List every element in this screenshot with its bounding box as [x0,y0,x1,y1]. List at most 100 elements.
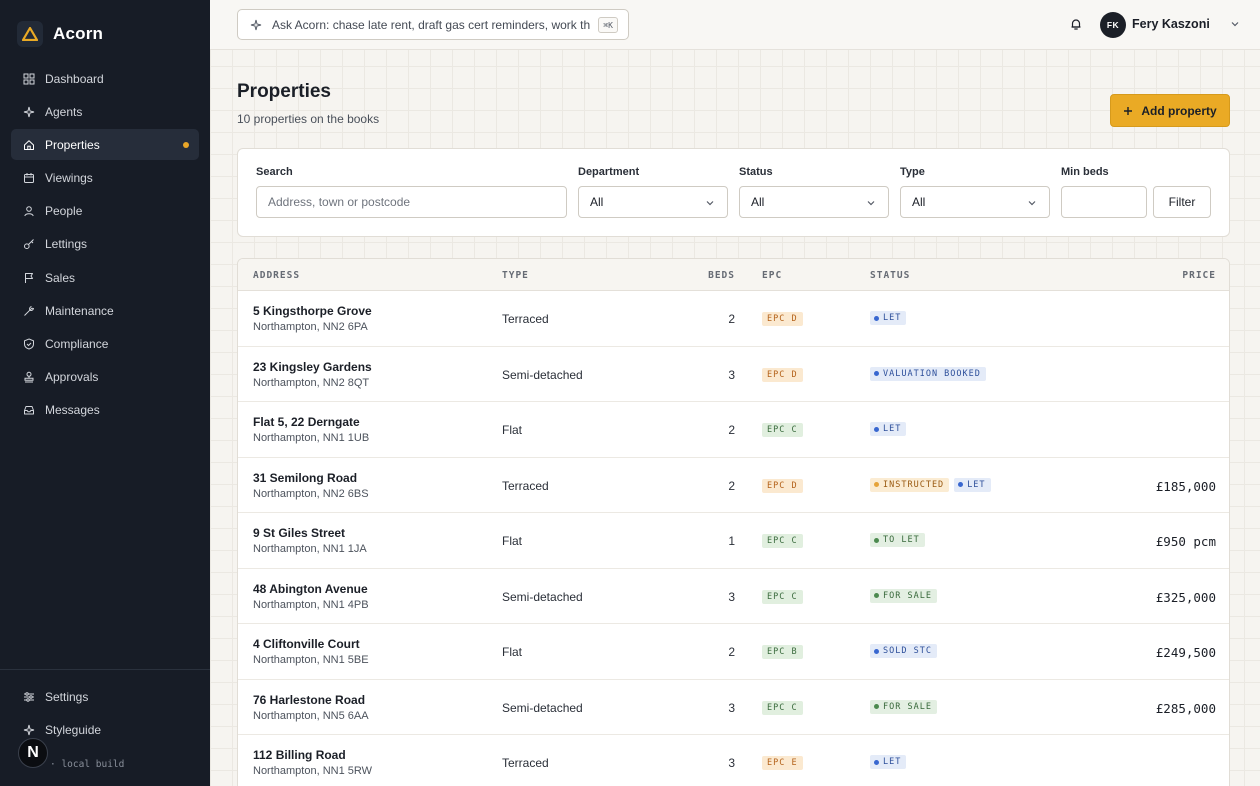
avatar[interactable]: FK [1100,12,1126,38]
shortcut-hint: ⌘K [598,17,618,33]
address-line[interactable]: 23 Kingsley Gardens [253,360,372,374]
status-select[interactable]: All [739,186,889,218]
status-badge: LET [870,422,907,436]
address-line[interactable]: 31 Semilong Road [253,471,357,485]
status-dot-icon [874,704,879,709]
sidebar-item-messages[interactable]: Messages [11,395,199,426]
flag-icon [23,272,35,284]
address-town-postcode: Northampton, NN1 5BE [253,654,369,666]
ask-acorn-input[interactable]: Ask Acorn: chase late rent, draft gas ce… [237,9,629,40]
property-type: Semi-detached [502,367,583,382]
ask-acorn-text: Ask Acorn: chase late rent, draft gas ce… [272,17,591,32]
user-name[interactable]: Fery Kaszoni [1132,17,1210,31]
column-header-status[interactable]: STATUS [870,270,910,281]
property-type: Flat [502,534,523,548]
column-header-beds[interactable]: BEDS [678,270,735,281]
sidebar-item-label: Settings [45,689,89,704]
sidebar-item-lettings[interactable]: Lettings [11,229,199,260]
sidebar-item-approvals[interactable]: Approvals [11,362,199,393]
sidebar-item-maintenance[interactable]: Maintenance [11,295,199,326]
beds-count: 3 [728,700,735,715]
sidebar-nav: Dashboard Agents Properties Viewings People L… [11,63,199,428]
column-header-price[interactable]: PRICE [1182,270,1216,281]
status-text: LET [883,313,902,323]
min-beds-input[interactable] [1061,186,1147,218]
sidebar-item-settings[interactable]: Settings [11,681,199,712]
address-line[interactable]: 76 Harlestone Road [253,693,365,707]
sidebar-item-properties[interactable]: Properties [11,129,199,161]
status-badges: TO LET [870,533,925,547]
topbar: Ask Acorn: chase late rent, draft gas ce… [210,0,1260,50]
address-town-postcode: Northampton, NN2 6BS [253,487,369,500]
sidebar-item-agents[interactable]: Agents [11,96,199,127]
add-property-button[interactable]: Add property [1110,94,1230,127]
address-line[interactable]: 5 Kingsthorpe Grove [253,304,372,318]
address-line[interactable]: 48 Abington Avenue [253,582,368,596]
table-row[interactable]: Flat 5, 22 Derngate Northampton, NN1 1UB F… [238,402,1229,458]
status-badge: FOR SALE [870,588,937,603]
property-type: Semi-detached [502,589,583,604]
address-line[interactable]: 9 St Giles Street [253,526,345,540]
price: £325,000 [1155,589,1216,605]
dev-badge[interactable]: N [18,738,48,768]
table-row[interactable]: 76 Harlestone Road Northampton, NN5 6AA Se… [238,680,1229,735]
sparkle-icon [250,19,262,30]
status-dot-icon [874,371,879,376]
epc-badge: EPC E [762,756,803,770]
table-row[interactable]: 31 Semilong Road Northampton, NN2 6BS Terr… [238,458,1229,513]
sidebar-item-people[interactable]: People [11,196,199,227]
sidebar-item-label: Agents [45,104,83,119]
column-header-epc[interactable]: EPC [762,270,782,281]
status-badge: SOLD STC [870,644,937,658]
chevron-down-icon[interactable] [1230,19,1240,29]
main-area: Ask Acorn: chase late rent, draft gas ce… [210,0,1260,786]
table-row[interactable]: 112 Billing Road Northampton, NN1 5RW Terr… [238,735,1229,786]
price: £249,500 [1155,645,1216,660]
sidebar-item-viewings[interactable]: Viewings [11,163,199,194]
status-text: INSTRUCTED [883,479,945,490]
epc-badge: EPC C [762,589,803,604]
property-type: Semi-detached [502,700,583,715]
person-icon [23,205,35,217]
status-text: TO LET [883,535,920,545]
table-row[interactable]: 4 Cliftonville Court Northampton, NN1 5BE… [238,624,1229,680]
table-row[interactable]: 23 Kingsley Gardens Northampton, NN2 8QT S… [238,347,1229,402]
inbox-icon [23,404,35,416]
address-line[interactable]: Flat 5, 22 Derngate [253,415,360,429]
sidebar-item-compliance[interactable]: Compliance [11,329,199,360]
search-input[interactable] [256,186,567,218]
address-town-postcode: Northampton, NN1 1UB [253,432,370,444]
address-town-postcode: Northampton, NN2 6PA [253,321,368,333]
department-select[interactable]: All [578,186,728,218]
bell-icon[interactable] [1069,17,1083,31]
plus-icon [1124,106,1133,115]
status-dot-icon [874,648,879,654]
sidebar-item-sales[interactable]: Sales [11,262,199,293]
filter-button[interactable]: Filter [1153,186,1211,218]
type-select[interactable]: All [900,186,1050,218]
sidebar-item-label: People [45,204,83,219]
sidebar-item-label: Styleguide [45,722,102,737]
address-line[interactable]: 112 Billing Road [253,748,346,762]
brand[interactable]: Acorn [17,21,103,47]
address-town-postcode: Northampton, NN1 4PB [253,598,369,611]
status-dot-icon [874,593,879,598]
status-dot-icon [874,537,879,543]
status-badge: INSTRUCTED [870,477,950,492]
table-row[interactable]: 48 Abington Avenue Northampton, NN1 4PB Se… [238,569,1229,624]
status-dot-icon [874,482,879,487]
table-row[interactable]: 5 Kingsthorpe Grove Northampton, NN2 6PA T… [238,291,1229,347]
sidebar-item-label: Sales [45,270,76,285]
column-header-address[interactable]: ADDRESS [253,270,300,281]
status-label: Status [739,166,773,178]
epc-badge: EPC C [762,534,803,548]
status-badges: LET [870,422,907,436]
status-dot-icon [958,482,964,487]
status-text: LET [883,757,902,767]
beds-count: 2 [728,478,735,493]
sidebar-item-dashboard[interactable]: Dashboard [11,63,199,94]
sidebar-item-label: Compliance [45,337,109,351]
address-line[interactable]: 4 Cliftonville Court [253,637,360,651]
table-row[interactable]: 9 St Giles Street Northampton, NN1 1JA Fla… [238,513,1229,569]
column-header-type[interactable]: TYPE [502,270,529,281]
